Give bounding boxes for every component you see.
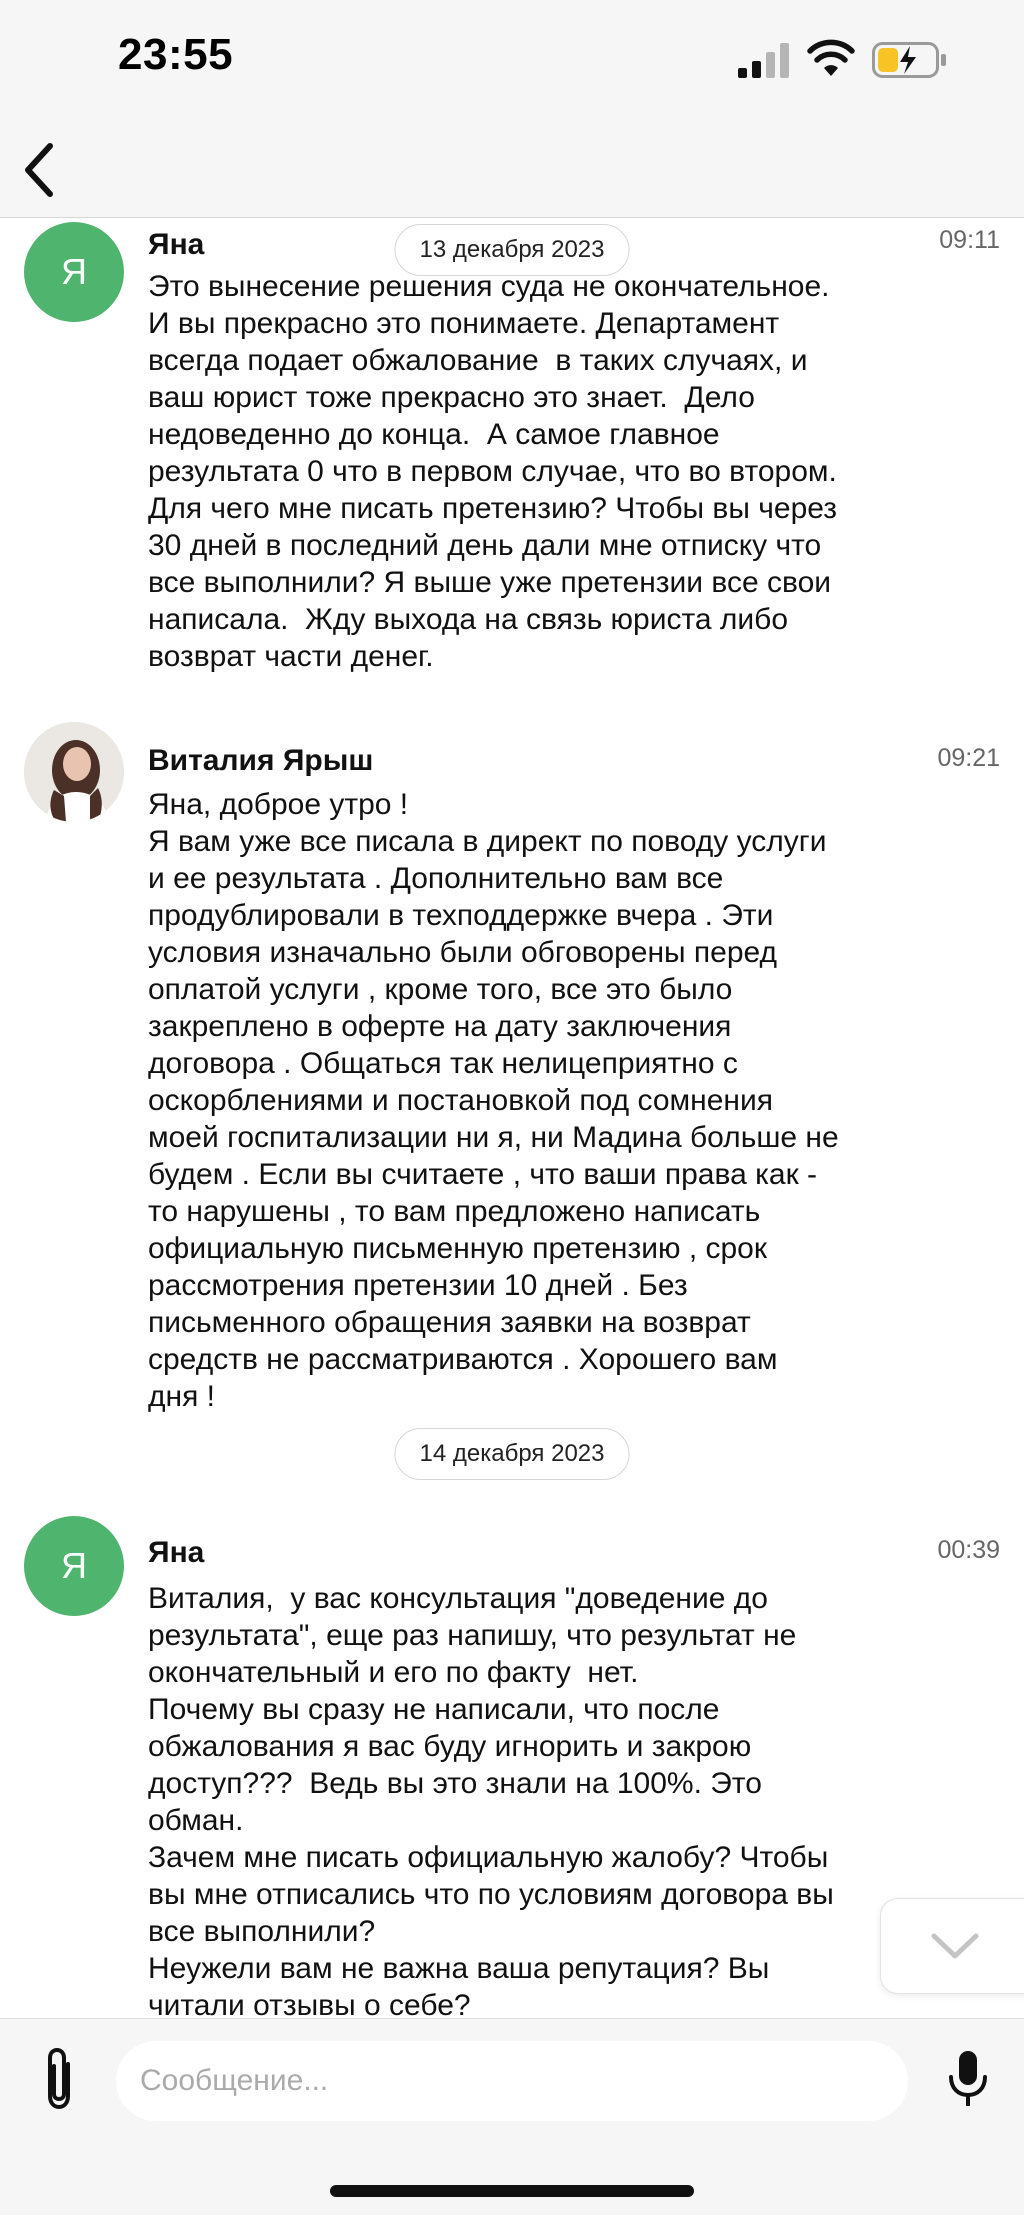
home-indicator (330, 2185, 694, 2197)
message-text: Яна, доброе утро ! Я вам уже все писала … (148, 788, 839, 1413)
chevron-down-icon (931, 1933, 979, 1959)
attach-button[interactable] (30, 2039, 88, 2119)
scroll-to-bottom-button[interactable] (880, 1898, 1024, 1994)
avatar[interactable]: Я (24, 222, 124, 322)
nav-bar (0, 120, 1024, 218)
wifi-icon (807, 39, 855, 76)
user-photo-icon (24, 722, 124, 822)
microphone-button[interactable] (940, 2039, 996, 2119)
battery-charging-icon (872, 42, 946, 78)
message-time: 09:21 (937, 744, 1000, 772)
message-time: 09:11 (939, 226, 1000, 254)
message-text: Виталия, у вас консультация "доведение д… (148, 1582, 834, 2018)
paperclip-icon (48, 2047, 70, 2110)
sender-name[interactable]: Яна (148, 1536, 204, 1570)
status-bar: 23:55 (0, 0, 1024, 120)
avatar-letter: Я (61, 1545, 87, 1586)
microphone-icon (949, 2051, 987, 2106)
avatar[interactable] (24, 722, 124, 822)
composer-bar (0, 2018, 1024, 2215)
status-time: 23:55 (118, 30, 234, 79)
back-button[interactable] (14, 138, 64, 202)
avatar-letter: Я (61, 251, 87, 292)
message-list[interactable]: Я Яна 09:11 Это вынесение решения суда н… (0, 218, 1024, 2018)
message-time: 00:39 (937, 1536, 1000, 1564)
date-separator: 14 декабря 2023 (394, 1428, 630, 1480)
cellular-signal-icon (738, 43, 789, 78)
sender-name[interactable]: Яна (148, 228, 204, 262)
message-text: Это вынесение решения суда не окончатель… (148, 270, 838, 673)
avatar[interactable]: Я (24, 1516, 124, 1616)
sender-name[interactable]: Виталия Ярыш (148, 744, 373, 778)
message-input[interactable] (116, 2041, 908, 2121)
chevron-left-icon (25, 143, 53, 197)
date-separator: 13 декабря 2023 (394, 224, 630, 276)
